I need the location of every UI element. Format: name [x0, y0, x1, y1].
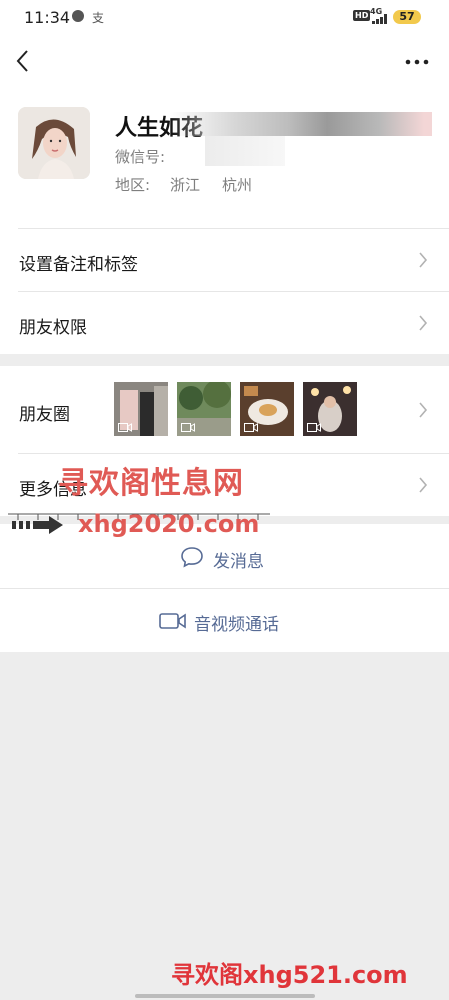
- chevron-right-icon: [419, 402, 428, 418]
- moments-thumbnail: [114, 382, 168, 436]
- permissions-row-label: 朋友权限: [19, 318, 87, 338]
- chat-bubble-icon: [181, 547, 203, 568]
- video-icon: [181, 423, 195, 432]
- video-camera-icon: [159, 613, 186, 629]
- redaction-blur-id: [205, 136, 285, 166]
- avatar[interactable]: [18, 107, 90, 179]
- signal-icon: [372, 14, 388, 24]
- back-chevron-icon[interactable]: [12, 48, 34, 74]
- more-dots-icon[interactable]: [404, 52, 430, 72]
- status-time: 11:34: [24, 8, 71, 27]
- moments-thumbnail: [303, 382, 357, 436]
- divider: [18, 228, 449, 229]
- hd-icon: HD: [353, 10, 371, 21]
- watermark-footer: 寻欢阁xhg521.com: [171, 961, 408, 989]
- region-label: 地区:: [115, 176, 151, 194]
- app-notification-icon: [72, 10, 84, 22]
- moments-thumbnail: [240, 382, 294, 436]
- chevron-right-icon: [419, 315, 428, 331]
- moments-thumbnail: [177, 382, 231, 436]
- remark-row-label: 设置备注和标签: [19, 255, 138, 275]
- redaction-blur: [170, 112, 432, 136]
- moments-row-label: 朋友圈: [19, 405, 70, 425]
- battery-icon: 57: [393, 10, 421, 24]
- video-icon: [118, 423, 132, 432]
- video-call-label: 音视频通话: [194, 615, 279, 635]
- home-indicator[interactable]: [135, 994, 315, 998]
- divider: [0, 588, 449, 589]
- chevron-right-icon: [419, 477, 428, 493]
- watermark-url: xhg2020.com: [78, 510, 260, 538]
- video-icon: [244, 423, 258, 432]
- region-province: 浙江: [170, 176, 201, 194]
- divider: [18, 453, 449, 454]
- watermark-arrow-icon: [12, 516, 63, 534]
- region-city: 杭州: [222, 176, 253, 194]
- wechat-id-label: 微信号:: [115, 148, 166, 166]
- send-message-label: 发消息: [213, 552, 264, 572]
- video-icon: [307, 423, 321, 432]
- watermark-text: 寻欢阁性息网: [58, 466, 244, 501]
- divider: [18, 291, 449, 292]
- alipay-notification-icon: 支: [92, 11, 105, 25]
- chevron-right-icon: [419, 252, 428, 268]
